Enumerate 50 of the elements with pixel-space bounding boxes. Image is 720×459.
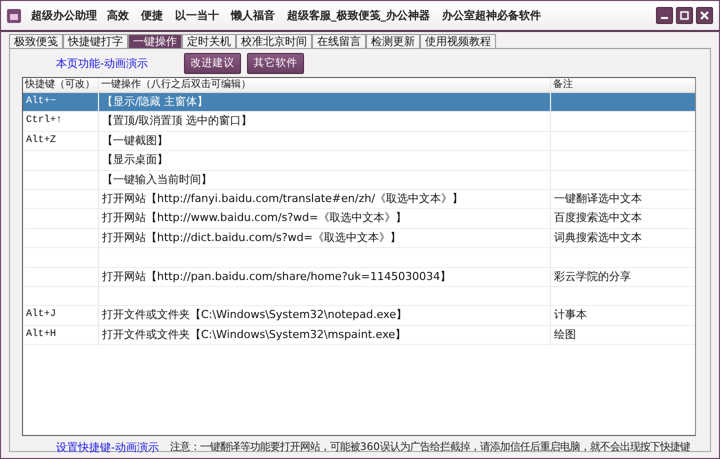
demo-link[interactable]: 设置快捷键-动画演示 xyxy=(56,440,170,454)
table-cell: Alt+Z xyxy=(23,132,99,150)
table-cell: 彩云学院的分享 xyxy=(551,268,695,286)
maximize-icon[interactable] xyxy=(676,7,693,24)
column-header[interactable]: 备注 xyxy=(551,78,695,92)
toolbar-button[interactable]: 其它软件 xyxy=(247,52,304,74)
table-cell: 计事本 xyxy=(551,306,695,325)
table-cell: 打开网站【http://pan.baidu.com/share/home?uk=1145030034】 xyxy=(99,268,551,286)
tab[interactable]: 极致便笺 xyxy=(9,34,63,48)
table-cell: 词典搜索选中文本 xyxy=(551,228,695,248)
demo-link[interactable]: 本页功能-动画演示 xyxy=(56,56,184,70)
table-cell: 打开文件或文件夹【C:\Windows\System32\notepad.exe】 xyxy=(99,306,551,325)
table-cell: 【置顶/取消置顶 选中的窗口】 xyxy=(99,112,551,131)
table-cell: Ctrl+↑ xyxy=(23,112,99,131)
table-cell: 【一键截图】 xyxy=(99,132,551,150)
app-icon xyxy=(7,8,21,22)
table-cell: 【显示桌面】 xyxy=(99,151,551,170)
title-slogan: 便捷 xyxy=(141,8,163,23)
tab[interactable]: 检测更新 xyxy=(366,34,420,48)
title-slogan: 以一当十 xyxy=(175,8,219,23)
selected-row[interactable]: Alt+~ 【显示/隐藏 主窗体】 xyxy=(23,93,695,112)
close-icon[interactable] xyxy=(696,7,713,24)
table-cell: Alt+~ xyxy=(23,93,99,112)
table-cell: 打开文件或文件夹【C:\Windows\System32\mspaint.exe】 xyxy=(99,326,551,344)
title-slogan: 高效 xyxy=(107,8,129,23)
table-cell: 【显示/隐藏 主窗体】 xyxy=(99,93,551,112)
column-header[interactable]: 一键操作（八行之后双击可编辑） xyxy=(99,78,551,92)
table-cell: 绘图 xyxy=(551,326,695,344)
tab[interactable]: 快捷键打字 xyxy=(63,34,128,48)
table-cell: Alt+H xyxy=(23,326,99,344)
tab[interactable]: 在线留言 xyxy=(312,34,366,48)
table-cell: 打开网站【http://dict.baidu.com/s?wd=《取选中文本》】 xyxy=(99,228,551,248)
tab[interactable]: 定时关机 xyxy=(182,34,236,48)
title-slogan: 办公室超神必备软件 xyxy=(442,8,541,23)
notice-text: 注意：一键翻译等功能要打开网站，可能被360误认为广告给拦截掉，请添加信任后重启电脑，就不会出现按下快捷键 xyxy=(170,440,690,454)
table-cell: Alt+J xyxy=(23,306,99,325)
tab[interactable]: 一键操作 xyxy=(128,34,182,48)
column-header[interactable]: 快捷键（可改） xyxy=(23,78,99,92)
title-slogan: 超级客服_极致便笺_办公神器 xyxy=(287,8,430,23)
table-cell: 打开网站【http://fanyi.baidu.com/translate#en/zh/《取选中文本》】 xyxy=(99,190,551,208)
table-cell: 一键翻译选中文本 xyxy=(551,190,695,208)
minimize-icon[interactable] xyxy=(656,7,673,24)
table-cell: 【一键输入当前时间】 xyxy=(99,170,551,189)
table-cell: 百度搜索选中文本 xyxy=(551,209,695,228)
toolbar-button[interactable]: 改进建议 xyxy=(184,52,241,74)
title-slogan: 懒人福音 xyxy=(231,8,275,23)
tab[interactable]: 使用视频教程 xyxy=(420,34,496,48)
tab[interactable]: 校准北京时间 xyxy=(236,34,312,48)
table-cell: 打开网站【http://www.baidu.com/s?wd=《取选中文本》】 xyxy=(99,209,551,228)
window-title: 超级办公助理 xyxy=(31,8,97,23)
